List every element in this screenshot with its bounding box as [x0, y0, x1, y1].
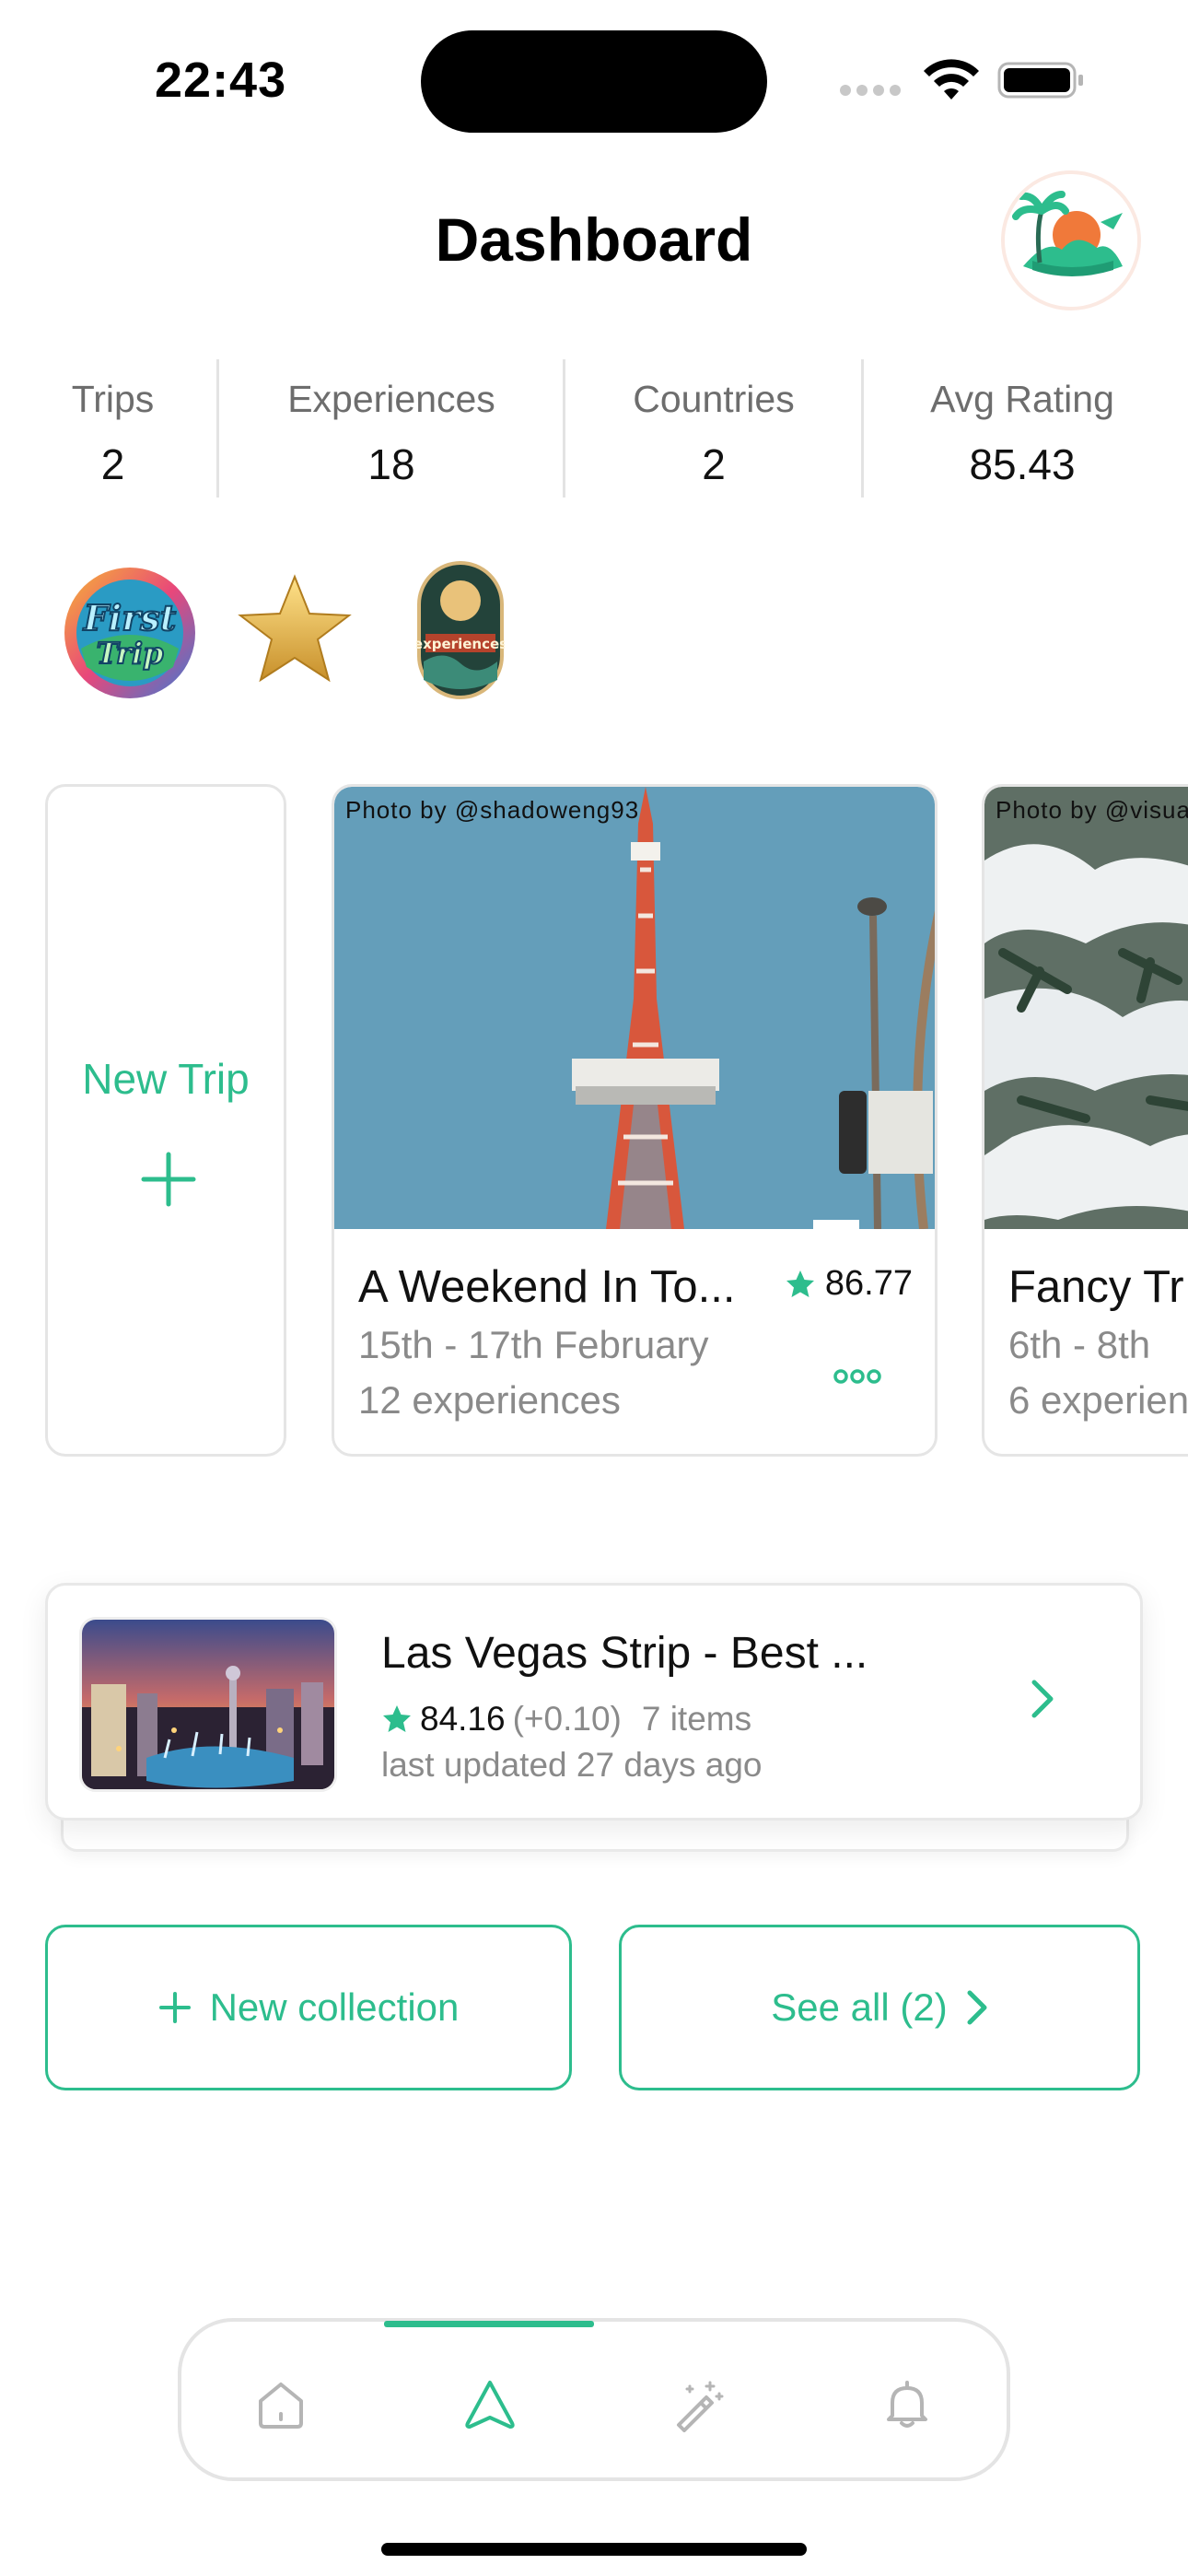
svg-text:First: First	[83, 597, 177, 638]
stat-value: 85.43	[969, 440, 1076, 488]
bell-icon	[887, 2381, 927, 2428]
trip-rating: 86.77	[785, 1264, 913, 1304]
ten-experiences-badge-icon[interactable]: experiences	[416, 560, 505, 700]
home-icon	[259, 2383, 303, 2429]
collection-thumbnail	[79, 1617, 337, 1792]
star-icon	[786, 1270, 814, 1297]
collection-stack-shadow	[61, 1815, 1129, 1852]
star-icon	[383, 1705, 411, 1732]
trip-dates: 6th - 8th	[1008, 1323, 1151, 1366]
new-trip-card[interactable]: New Trip	[45, 784, 286, 1457]
trip-name: Fancy Tr	[1008, 1262, 1184, 1312]
see-all-label: See all (2)	[771, 1985, 948, 2029]
tab-notifications[interactable]	[866, 2368, 949, 2441]
stat-label: Trips	[71, 378, 155, 420]
stat-divider	[563, 359, 565, 498]
trip-card[interactable]: Photo by @visua Fancy Tr 6th - 8th 6 exp…	[982, 784, 1188, 1457]
profile-avatar[interactable]	[1001, 170, 1141, 310]
see-all-button[interactable]: See all (2)	[619, 1925, 1140, 2090]
trip-experience-count: 12 experiences	[358, 1378, 621, 1422]
trip-photo: Photo by @shadoweng93	[334, 787, 935, 1229]
collection-rating-change: (+0.10)	[512, 1700, 622, 1738]
magic-wand-icon	[677, 2381, 724, 2432]
las-vegas-photo	[82, 1620, 334, 1789]
svg-text:experiences: experiences	[416, 636, 505, 652]
stats-row: Trips 2 Experiences 18 Countries 2 Avg R…	[0, 359, 1188, 502]
plus-icon	[158, 1992, 191, 2023]
snowy-pine-photo	[984, 787, 1188, 1229]
active-tab-indicator	[384, 2321, 594, 2327]
stat-experiences: Experiences 18	[249, 359, 534, 502]
stat-divider	[861, 359, 864, 498]
svg-text:Trip: Trip	[97, 636, 164, 671]
photo-credit[interactable]: Photo by @visua	[996, 796, 1188, 825]
dynamic-island	[421, 30, 767, 133]
wifi-icon	[924, 59, 979, 100]
stat-countries: Countries 2	[589, 359, 838, 502]
trip-photo: Photo by @visua	[984, 787, 1188, 1229]
cellular-signal-icon	[840, 85, 904, 98]
stat-label: Avg Rating	[930, 378, 1114, 420]
home-indicator	[381, 2543, 807, 2556]
trip-name: A Weekend In To...	[358, 1262, 736, 1312]
more-options-icon[interactable]	[833, 1367, 881, 1386]
stat-value: 2	[702, 440, 726, 488]
stat-label: Countries	[633, 378, 795, 420]
stat-trips: Trips 2	[41, 359, 184, 502]
tokyo-tower-photo	[334, 787, 935, 1229]
collection-updated: last updated 27 days ago	[381, 1746, 763, 1784]
trip-rating-value: 86.77	[824, 1264, 913, 1303]
trip-experience-count: 6 experien	[1008, 1378, 1188, 1422]
explore-icon	[465, 2381, 515, 2429]
collection-item-count: 7 items	[641, 1700, 752, 1738]
tab-home[interactable]	[239, 2368, 322, 2441]
trip-card[interactable]: Photo by @shadoweng93 A Weekend In To...…	[332, 784, 938, 1457]
collection-rating: 84.16	[420, 1700, 506, 1738]
stat-divider	[216, 359, 219, 498]
trip-dates: 15th - 17th February	[358, 1323, 709, 1366]
stat-label: Experiences	[287, 378, 495, 420]
chevron-right-icon[interactable]	[1030, 1678, 1055, 1720]
plus-icon	[141, 1152, 196, 1207]
new-collection-label: New collection	[209, 1985, 460, 2029]
new-trip-label: New Trip	[82, 1055, 250, 1103]
stat-value: 2	[100, 440, 125, 488]
stat-avg-rating: Avg Rating 85.43	[884, 359, 1160, 502]
tab-explore[interactable]	[448, 2368, 531, 2441]
collection-title: Las Vegas Strip - Best ...	[381, 1629, 868, 1678]
new-collection-button[interactable]: New collection	[45, 1925, 572, 2090]
tab-magic[interactable]	[656, 2368, 739, 2441]
photo-credit[interactable]: Photo by @shadoweng93	[345, 796, 639, 825]
status-time: 22:43	[155, 53, 287, 108]
collection-card[interactable]: Las Vegas Strip - Best ... 84.16 (+0.10)…	[45, 1583, 1143, 1821]
collection-meta: 84.16 (+0.10) 7 items	[381, 1700, 751, 1739]
palm-island-logo-icon	[1005, 174, 1137, 307]
stat-value: 18	[367, 440, 415, 488]
battery-icon	[997, 62, 1083, 99]
chevron-right-icon	[967, 1990, 987, 2025]
first-trip-badge-icon[interactable]: First Trip	[63, 566, 197, 700]
star-badge-icon[interactable]	[235, 573, 355, 687]
